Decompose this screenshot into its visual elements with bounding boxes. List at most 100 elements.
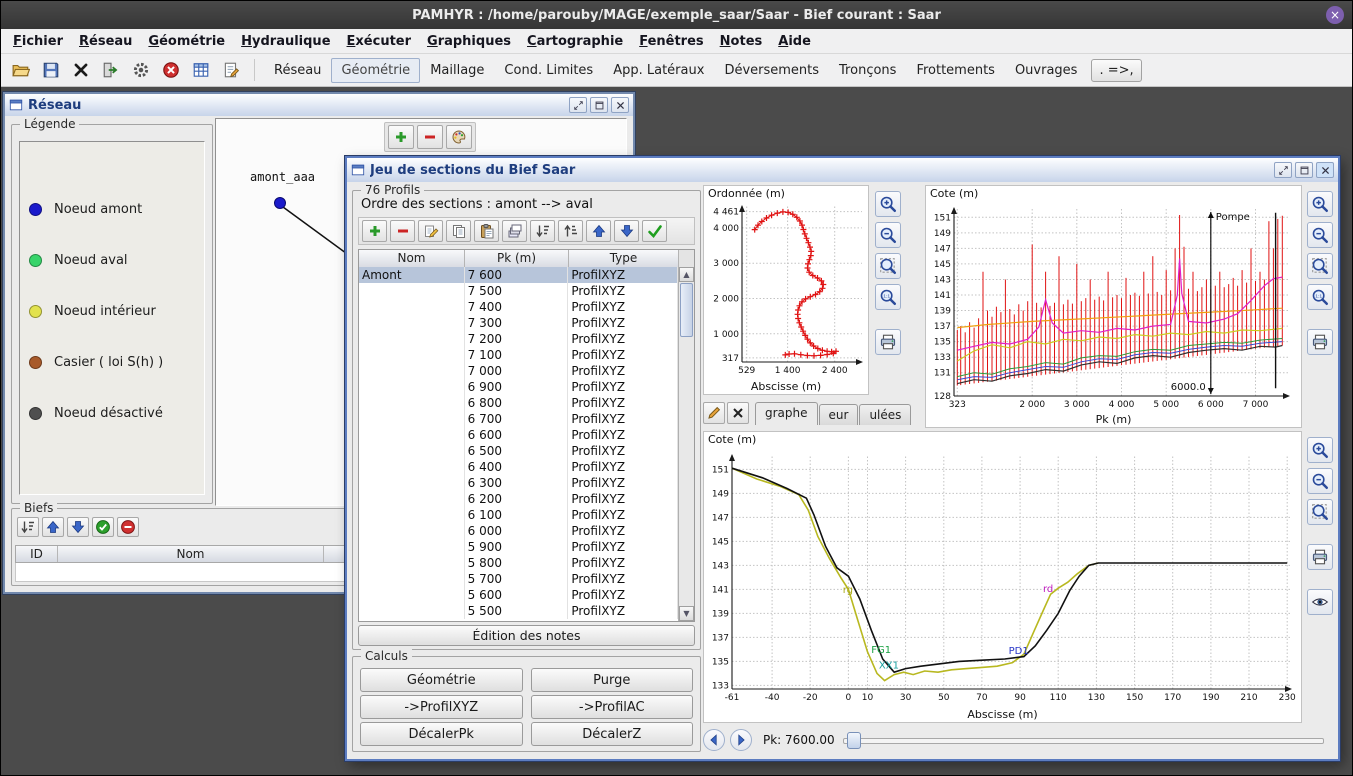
profil-row[interactable]: 7 100ProfilXYZ [359, 347, 678, 363]
menu-item-aide[interactable]: Aide [770, 31, 819, 52]
menu-item-cartographie[interactable]: Cartographie [519, 31, 631, 52]
layers-button[interactable] [502, 220, 527, 242]
zoom-one-button[interactable]: 1:1 [875, 284, 901, 310]
window-detach-button[interactable] [1274, 162, 1292, 178]
remove-button[interactable] [390, 220, 415, 242]
menu-item-réseau[interactable]: Réseau [71, 31, 140, 52]
scrollbar-thumb[interactable] [680, 283, 693, 337]
print-button[interactable] [1307, 329, 1333, 355]
print-button[interactable] [875, 329, 901, 355]
toolbar-réseau-button[interactable]: Réseau [264, 58, 331, 83]
zoom-in-button[interactable] [875, 191, 901, 217]
validate-button[interactable] [642, 220, 667, 242]
biefs-col-nom[interactable]: Nom [58, 546, 324, 562]
check-circle-button[interactable] [92, 517, 114, 537]
toolbar-ouvrages-button[interactable]: Ouvrages [1005, 58, 1088, 83]
toolbar-app-latéraux-button[interactable]: App. Latéraux [603, 58, 714, 83]
sections-window-titlebar[interactable]: Jeu de sections du Bief Saar [347, 158, 1338, 183]
scroll-down-button[interactable]: ▼ [679, 606, 694, 621]
menu-item-graphiques[interactable]: Graphiques [419, 31, 519, 52]
pencil-button[interactable] [703, 402, 725, 424]
biefs-col-id[interactable]: ID [16, 546, 58, 562]
menu-item-exécuter[interactable]: Exécuter [339, 31, 420, 52]
move-down-button[interactable] [614, 220, 639, 242]
profil-row[interactable]: 7 500ProfilXYZ [359, 283, 678, 299]
window-maximize-button[interactable] [1295, 162, 1313, 178]
eye-button[interactable] [1307, 589, 1333, 615]
table-scrollbar[interactable]: ▲ ▼ [678, 267, 694, 621]
previous-profile-button[interactable] [703, 729, 725, 751]
menu-item-notes[interactable]: Notes [712, 31, 771, 52]
move-up-button[interactable] [42, 517, 64, 537]
col-type[interactable]: Type [569, 250, 679, 267]
plot-tab-ulées[interactable]: ulées [859, 404, 911, 425]
profil-row[interactable]: 6 900ProfilXYZ [359, 379, 678, 395]
palette-button[interactable] [446, 125, 472, 149]
profil-row[interactable]: 6 700ProfilXYZ [359, 411, 678, 427]
remove-button[interactable] [417, 125, 443, 149]
save-button[interactable] [37, 57, 65, 83]
stop-button[interactable] [157, 57, 185, 83]
menu-item-fichier[interactable]: Fichier [5, 31, 71, 52]
move-up-button[interactable] [586, 220, 611, 242]
add-button[interactable] [388, 125, 414, 149]
toolbar-item-button[interactable]: . =>, [1091, 59, 1141, 82]
plan-chart[interactable]: 5291 4002 4004 4614 0003 0002 0001 00031… [706, 200, 868, 378]
profil-row[interactable]: 5 800ProfilXYZ [359, 555, 678, 571]
window-maximize-button[interactable] [590, 97, 608, 113]
toolbar-maillage-button[interactable]: Maillage [420, 58, 494, 83]
calc-profilxyz-button[interactable]: ->ProfilXYZ [360, 695, 523, 719]
profil-row[interactable]: Amont7 600ProfilXYZ [359, 267, 678, 283]
profil-row[interactable]: 5 600ProfilXYZ [359, 587, 678, 603]
window-close-button[interactable] [1316, 162, 1334, 178]
reseau-window-titlebar[interactable]: Réseau [5, 94, 633, 117]
print-button[interactable] [1307, 544, 1333, 570]
zoom-in-button[interactable] [1307, 191, 1333, 217]
profil-row[interactable]: 5 900ProfilXYZ [359, 539, 678, 555]
toolbar-tron-ons-button[interactable]: Tronçons [829, 58, 906, 83]
profil-row[interactable]: 7 200ProfilXYZ [359, 331, 678, 347]
sort-asc-button[interactable] [558, 220, 583, 242]
scroll-up-button[interactable]: ▲ [679, 267, 694, 282]
menu-item-fenêtres[interactable]: Fenêtres [631, 31, 711, 52]
menu-item-hydraulique[interactable]: Hydraulique [233, 31, 338, 52]
pk-slider[interactable] [843, 729, 1324, 751]
profil-row[interactable]: 6 600ProfilXYZ [359, 427, 678, 443]
col-nom[interactable]: Nom [359, 250, 465, 267]
edit-notes-button[interactable]: Édition des notes [358, 625, 695, 646]
profil-row[interactable]: 6 800ProfilXYZ [359, 395, 678, 411]
app-titlebar[interactable]: PAMHYR : /home/parouby/MAGE/exemple_saar… [1, 1, 1352, 29]
toolbar-géométrie-button[interactable]: Géométrie [331, 58, 420, 83]
next-profile-button[interactable] [730, 729, 752, 751]
minus-circle-button[interactable] [117, 517, 139, 537]
copy-button[interactable] [446, 220, 471, 242]
sort-desc-button[interactable] [17, 517, 39, 537]
toolbar-déversements-button[interactable]: Déversements [714, 58, 829, 83]
zoom-out-button[interactable] [1307, 468, 1333, 494]
profil-row[interactable]: 6 500ProfilXYZ [359, 443, 678, 459]
profil-row[interactable]: 7 000ProfilXYZ [359, 363, 678, 379]
settings-button[interactable] [127, 57, 155, 83]
calc-purge-button[interactable]: Purge [531, 668, 694, 692]
profil-row[interactable]: 5 500ProfilXYZ [359, 603, 678, 619]
profil-row[interactable]: 7 300ProfilXYZ [359, 315, 678, 331]
window-close-button[interactable] [611, 97, 629, 113]
delete-button[interactable] [67, 57, 95, 83]
edit-button[interactable] [418, 220, 443, 242]
cross-section-chart[interactable]: -61-40-200103050709011013015017019021023… [706, 447, 1301, 705]
profil-row[interactable]: 6 000ProfilXYZ [359, 523, 678, 539]
zoom-out-button[interactable] [1307, 222, 1333, 248]
node-amont[interactable] [275, 198, 286, 209]
profil-row[interactable]: 6 200ProfilXYZ [359, 491, 678, 507]
zoom-sel-button[interactable] [875, 253, 901, 279]
close-small-button[interactable] [727, 402, 749, 424]
toolbar-frottements-button[interactable]: Frottements [906, 58, 1005, 83]
paste-button[interactable] [474, 220, 499, 242]
profil-row[interactable]: 6 300ProfilXYZ [359, 475, 678, 491]
table-button[interactable] [187, 57, 215, 83]
profil-row[interactable]: 6 100ProfilXYZ [359, 507, 678, 523]
move-down-button[interactable] [67, 517, 89, 537]
zoom-out-button[interactable] [875, 222, 901, 248]
pk-slider-handle[interactable] [847, 732, 861, 749]
add-button[interactable] [362, 220, 387, 242]
